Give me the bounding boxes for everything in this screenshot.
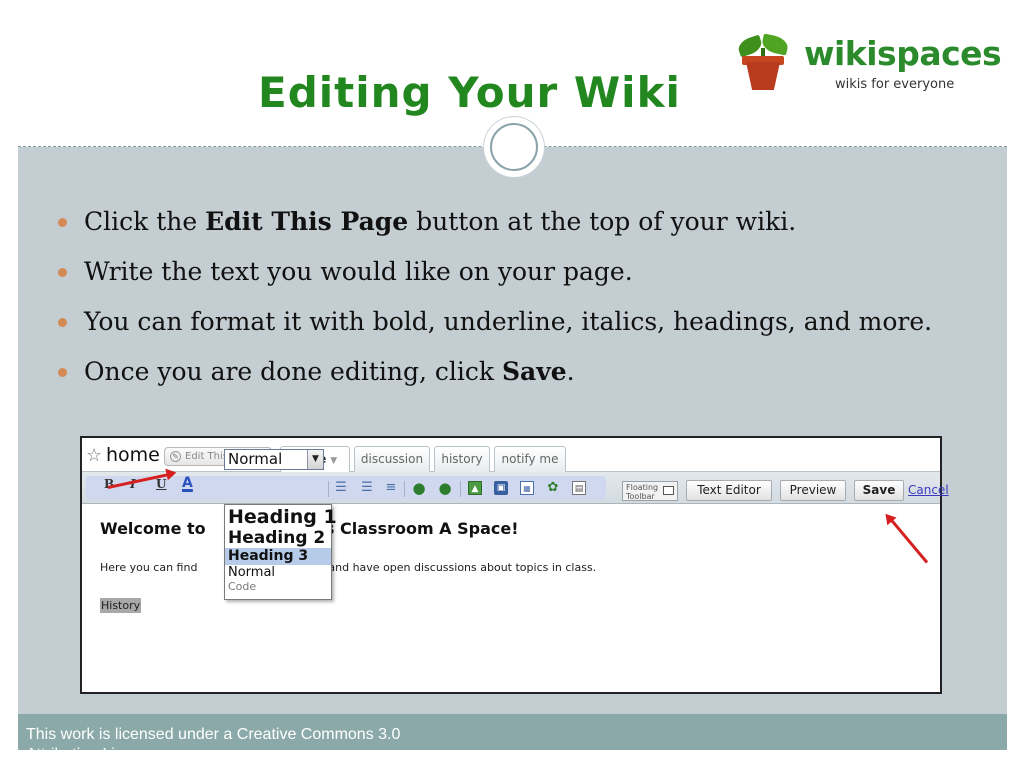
bullet-dot-icon [58,268,67,277]
tab-notify-me[interactable]: notify me [494,446,566,472]
footer-band: This work is licensed under a Creative C… [18,714,1007,750]
toolbar-separator [404,481,405,497]
external-link-globe-icon[interactable]: ● [438,481,452,496]
special-chars-icon[interactable]: ✿ [546,481,560,495]
slide: Editing Your Wiki wikispaces wikis for e… [18,0,1007,750]
editor-toolbar: B I U A ☰ ☰ ≡ ● ● ▲ ▣ ▦ ✿ ▤ Floating Too… [82,472,949,504]
link-globe-icon[interactable]: ● [412,481,426,496]
bullet-dot-icon [58,368,67,377]
wikispaces-logo: wikispaces wikis for everyone [732,33,1002,98]
window-icon [663,486,674,495]
content-paragraph-left: Here you can find [100,561,198,574]
history-link[interactable]: History [100,598,142,613]
style-option-heading-2[interactable]: Heading 2 [225,528,331,548]
logo-tagline: wikis for everyone [835,77,955,92]
logo-wordmark: wikispaces [804,34,1002,73]
pencil-icon: ✎ [170,451,181,462]
save-button[interactable]: Save [854,480,904,501]
cancel-link[interactable]: Cancel [908,483,949,497]
text-editor-button[interactable]: Text Editor [686,480,772,501]
font-color-button[interactable]: A [182,475,193,491]
slide-title: Editing Your Wiki [258,68,681,117]
bullet-dot-icon [58,218,67,227]
header-circle-ornament [484,117,544,177]
table-icon[interactable]: ▦ [520,481,534,495]
tab-history[interactable]: history [434,446,490,472]
toolbar-separator [460,481,461,497]
chevron-down-icon[interactable]: ▼ [307,450,323,469]
style-option-code[interactable]: Code [225,580,331,593]
style-option-normal[interactable]: Normal [225,565,331,580]
bulleted-list-icon[interactable]: ☰ [360,481,374,495]
paragraph-style-select[interactable]: Normal ▼ [224,449,324,470]
toolbar-separator [328,481,329,497]
wiki-editor-screenshot: ☆ home ✎ Edit This Page page▼ discussion… [80,436,949,694]
horizontal-rule-icon[interactable]: ≡ [384,481,398,495]
license-text: This work is licensed under a Creative C… [26,726,401,750]
wiki-tab-bar: ☆ home ✎ Edit This Page page▼ discussion… [82,438,940,473]
chevron-down-icon: ▼ [330,456,338,466]
content-heading-right: 's Classroom A Space! [320,519,519,538]
bullet-item: Once you are done editing, click Save. [58,350,932,400]
comment-box-icon[interactable]: ▤ [572,481,586,495]
numbered-list-icon[interactable]: ☰ [334,481,348,495]
preview-button[interactable]: Preview [780,480,846,501]
style-dropdown-menu: Heading 1 Heading 2 Heading 3 Normal Cod… [224,504,337,600]
image-icon[interactable]: ▲ [468,481,482,495]
style-option-heading-3[interactable]: Heading 3 [225,548,331,565]
bullet-item: Click the Edit This Page button at the t… [58,200,932,250]
bullet-item: You can format it with bold, underline, … [58,300,932,350]
bullet-item: Write the text you would like on your pa… [58,250,932,300]
content-paragraph-right: rk and have open discussions about topic… [314,561,597,574]
style-option-heading-1[interactable]: Heading 1 [225,506,337,528]
star-icon[interactable]: ☆ [86,445,102,466]
content-heading-left: Welcome to [100,519,206,538]
logo-leaf-icon [736,34,764,58]
underline-button[interactable]: U [156,477,166,491]
floating-toolbar-button[interactable]: Floating Toolbar [622,481,678,501]
page-name: home [106,444,160,466]
embed-widget-icon[interactable]: ▣ [494,481,508,495]
tab-discussion[interactable]: discussion [354,446,430,472]
logo-pot-icon [746,62,780,90]
bullet-list: Click the Edit This Page button at the t… [58,200,932,400]
bullet-dot-icon [58,318,67,327]
editor-content-area[interactable]: Welcome to 's Classroom A Space! Here yo… [82,505,940,692]
